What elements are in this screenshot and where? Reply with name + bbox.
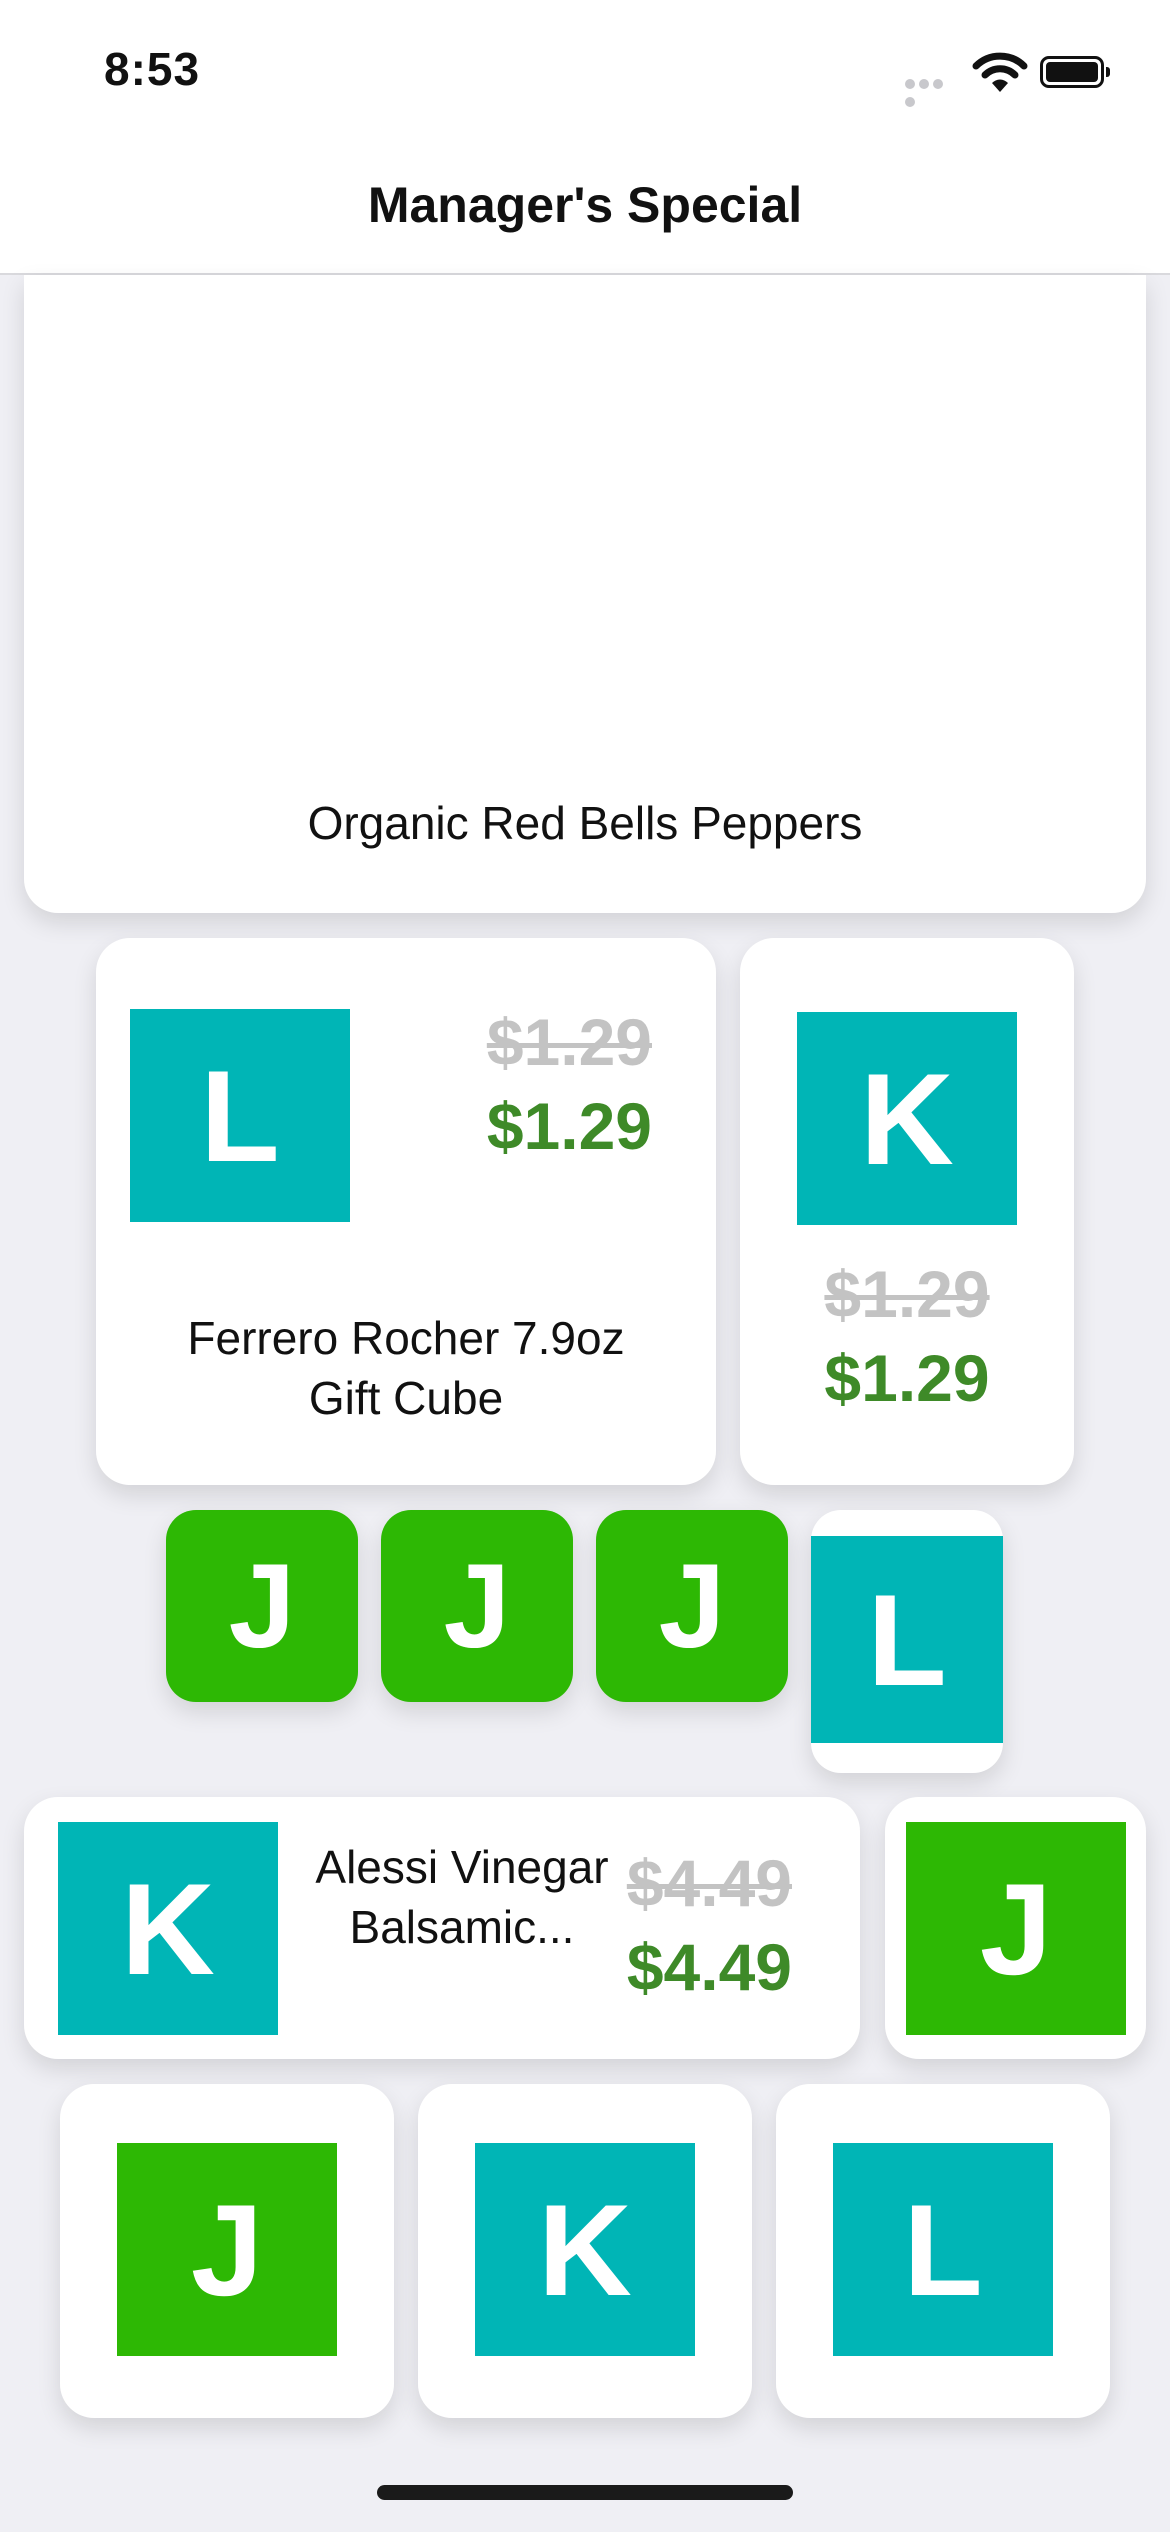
status-bar: 8:53 [0, 0, 1170, 150]
product-image-k: K [475, 2143, 695, 2356]
cellular-signal-icon [905, 76, 959, 107]
product-name: Ferrero Rocher 7.9oz Gift Cube [187, 1312, 625, 1424]
special-card-k-2[interactable]: K [418, 2084, 752, 2418]
product-image-k: K [58, 1822, 278, 2035]
special-card-j-2[interactable]: J [381, 1510, 573, 1702]
special-card-k[interactable]: K $1.29 $1.29 [740, 938, 1074, 1485]
special-card-j-3[interactable]: J [596, 1510, 788, 1702]
product-image-j: J [228, 1539, 296, 1673]
special-card-j-1[interactable]: J [166, 1510, 358, 1702]
original-price: $1.29 [486, 1005, 652, 1079]
status-time: 8:53 [104, 43, 201, 95]
sale-price: $4.49 [626, 1930, 792, 2004]
special-card-l-small[interactable]: L [811, 1510, 1003, 1773]
original-price: $1.29 [824, 1257, 990, 1331]
product-image-l: L [811, 1536, 1003, 1743]
page-title: Manager's Special [367, 177, 803, 233]
special-card-j-5[interactable]: J [60, 2084, 394, 2418]
product-image-l: L [130, 1009, 350, 1222]
navigation-bar: Manager's Special [0, 150, 1170, 275]
product-image-k: K [797, 1012, 1017, 1225]
product-image-j: J [658, 1539, 726, 1673]
product-image-j: J [906, 1822, 1126, 2035]
special-card-ferrero[interactable]: L $1.29 $1.29 Ferrero Rocher 7.9oz Gift … [96, 938, 716, 1485]
special-card-l-2[interactable]: L [776, 2084, 1110, 2418]
sale-price: $1.29 [486, 1089, 652, 1163]
battery-icon [1040, 56, 1110, 88]
product-image-j: J [117, 2143, 337, 2356]
wifi-icon [972, 52, 1028, 92]
product-image-l: L [833, 2143, 1053, 2356]
product-name: Organic Red Bells Peppers [307, 797, 863, 849]
sale-price: $1.29 [824, 1341, 990, 1415]
original-price: $4.49 [626, 1846, 792, 1920]
special-card-alessi[interactable]: K Alessi Vinegar Balsamic... $4.49 $4.49 [24, 1797, 860, 2059]
product-name: Alessi Vinegar Balsamic... [315, 1841, 609, 1953]
special-card-j-4[interactable]: J [885, 1797, 1146, 2059]
special-card-red-peppers[interactable]: Organic Red Bells Peppers [24, 275, 1146, 913]
home-indicator[interactable] [377, 2485, 793, 2500]
product-image-j: J [443, 1539, 511, 1673]
